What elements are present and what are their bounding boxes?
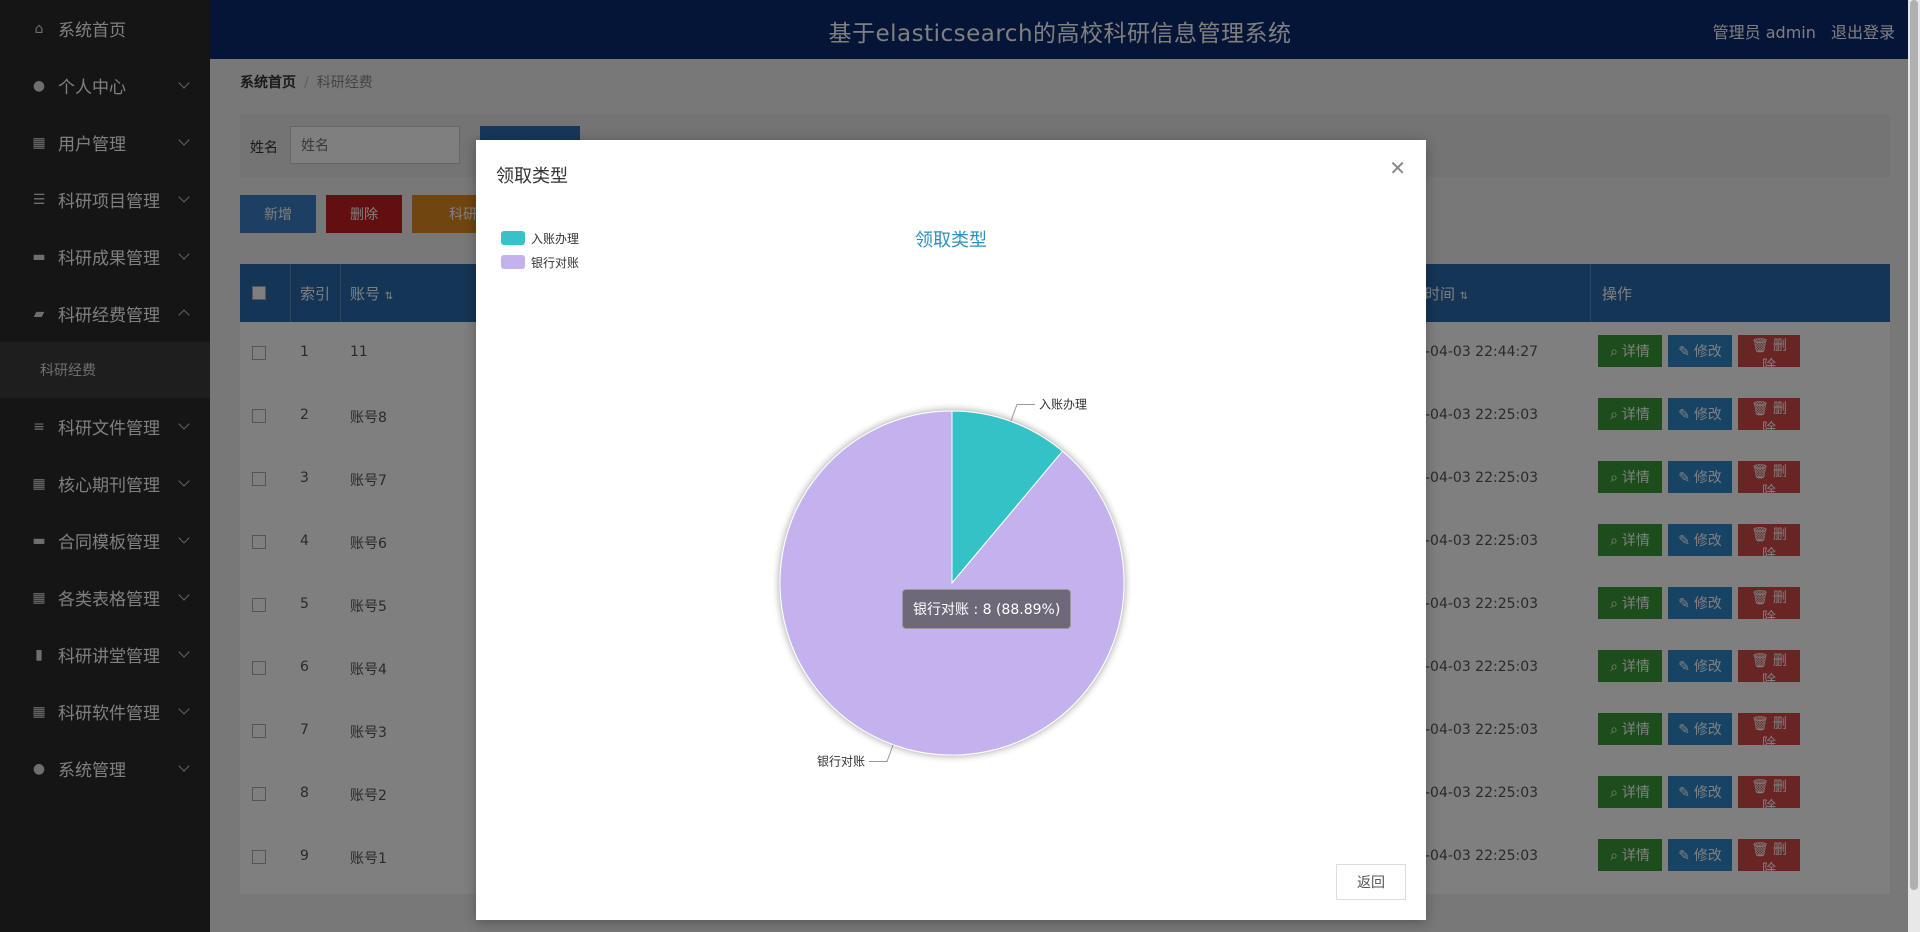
pie-label: 银行对账 xyxy=(817,755,865,769)
chart-tooltip: 银行对账 : 8 (88.89%) xyxy=(902,589,1072,629)
page-scrollbar[interactable] xyxy=(1908,0,1920,932)
pie-chart: 入账办理银行对账 xyxy=(779,396,1125,769)
pie-label-line xyxy=(869,744,894,763)
pie-slice-1[interactable] xyxy=(779,410,1125,756)
back-button[interactable]: 返回 xyxy=(1336,864,1406,900)
scrollbar-thumb[interactable] xyxy=(1910,0,1918,890)
pie-label: 入账办理 xyxy=(1039,396,1087,411)
chart-modal: 领取类型 ✕ 入账办理 银行对账 领取类型 入账办理 银行对账 银行对账 : 8 (… xyxy=(476,140,1426,920)
pie-label-line xyxy=(1010,403,1035,422)
